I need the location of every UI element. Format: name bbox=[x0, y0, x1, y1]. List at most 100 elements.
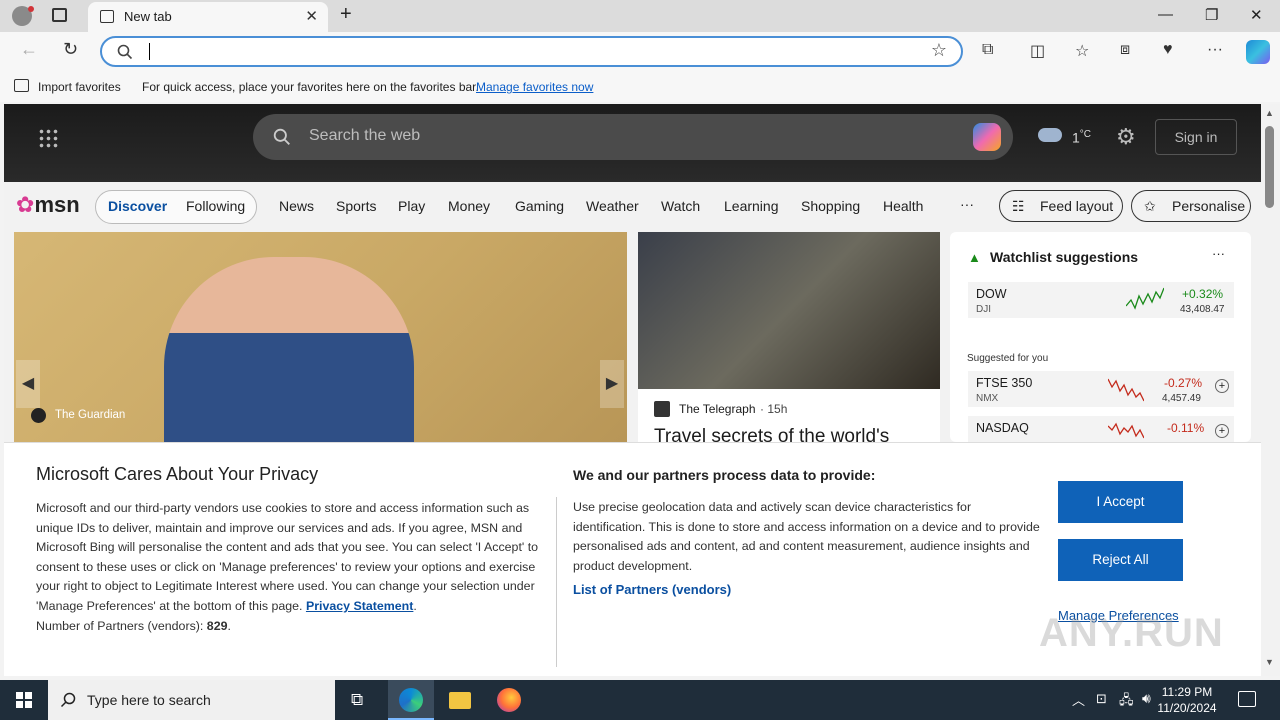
volume-icon[interactable]: 🔊︎ bbox=[1142, 690, 1151, 707]
nav-item-weather[interactable]: Weather bbox=[586, 198, 639, 214]
tray-app-icon[interactable]: ⊡ bbox=[1096, 691, 1107, 707]
refresh-icon[interactable]: ↻ bbox=[63, 39, 78, 60]
feed-layout-label: Feed layout bbox=[1040, 198, 1114, 214]
privacy-title: Microsoft Cares About Your Privacy bbox=[36, 464, 319, 484]
collections-icon[interactable]: ⧈ bbox=[1120, 41, 1130, 59]
import-favorites-button[interactable]: Import favorites bbox=[38, 80, 121, 94]
nav-item-health[interactable]: Health bbox=[883, 198, 923, 214]
clock-time: 11:29 PM bbox=[1161, 685, 1213, 699]
web-search-box[interactable]: Search the web bbox=[253, 114, 1013, 160]
nav-item-news[interactable]: News bbox=[279, 198, 314, 214]
split-screen-icon[interactable]: ◫ bbox=[1030, 41, 1045, 61]
weather-temperature[interactable]: 1°C bbox=[1072, 129, 1091, 146]
new-tab-button[interactable]: + bbox=[340, 3, 352, 26]
privacy-statement-link[interactable]: Privacy Statement bbox=[306, 599, 413, 613]
stock-row-dow[interactable]: DOW DJI +0.32% 43,408.47 bbox=[968, 282, 1234, 318]
edge-taskbar-icon[interactable] bbox=[388, 680, 434, 720]
restore-icon[interactable]: ❐ bbox=[1205, 6, 1218, 24]
suggested-label: Suggested for you bbox=[967, 353, 1049, 364]
tab-strip: New tab ✕ + — ❐ ✕ bbox=[0, 0, 1280, 32]
sign-in-label: Sign in bbox=[1174, 129, 1218, 145]
card1-source: The Guardian bbox=[55, 409, 126, 421]
list-of-partners-link[interactable]: List of Partners (vendors) bbox=[573, 582, 731, 597]
app-launcher-icon[interactable] bbox=[38, 128, 58, 148]
taskbar-search[interactable]: Type here to search bbox=[48, 680, 335, 720]
personalise-button[interactable]: ✩ Personalise bbox=[1131, 190, 1251, 222]
news-card-image bbox=[638, 232, 940, 389]
tab-actions-icon[interactable] bbox=[52, 8, 67, 22]
back-icon[interactable]: ← bbox=[20, 39, 38, 60]
task-view-icon[interactable]: ⧉ bbox=[351, 690, 363, 710]
nav-item-gaming[interactable]: Gaming bbox=[515, 198, 564, 214]
stock-name: DOW bbox=[976, 287, 1007, 301]
close-window-icon[interactable]: ✕ bbox=[1250, 6, 1263, 24]
notifications-icon[interactable] bbox=[1238, 691, 1256, 707]
news-card[interactable]: The Telegraph · 15h Travel secrets of th… bbox=[638, 232, 940, 447]
data-processing-body: Use precise geolocation data and activel… bbox=[573, 500, 1040, 573]
stock-change: -0.27% bbox=[1164, 376, 1203, 390]
more-nav-button[interactable]: ··· bbox=[960, 196, 974, 212]
performance-icon[interactable]: ♥ bbox=[1163, 41, 1173, 59]
reject-all-button[interactable]: Reject All bbox=[1058, 539, 1183, 581]
msn-logo-text: msn bbox=[34, 192, 80, 217]
favorites-bar: Import favorites For quick access, place… bbox=[0, 72, 1280, 102]
manage-favorites-link[interactable]: Manage favorites now bbox=[476, 80, 593, 94]
scroll-up-icon[interactable]: ▲ bbox=[1265, 108, 1274, 118]
search-icon bbox=[117, 44, 133, 60]
windows-start-icon[interactable] bbox=[16, 692, 32, 708]
tray-chevron-icon[interactable]: ︿ bbox=[1072, 690, 1085, 709]
stock-ticker: NMX bbox=[976, 393, 999, 404]
tab-title: New tab bbox=[124, 9, 172, 24]
nav-item-sports[interactable]: Sports bbox=[336, 198, 376, 214]
page-icon bbox=[100, 10, 114, 23]
feed-layout-button[interactable]: ☷ Feed layout bbox=[999, 190, 1123, 222]
favorites-icon[interactable]: ☆ bbox=[1075, 41, 1089, 61]
network-icon[interactable]: 🖧 bbox=[1119, 691, 1134, 713]
settings-more-icon[interactable]: ··· bbox=[1207, 41, 1223, 59]
next-arrow-button[interactable]: ▶ bbox=[600, 360, 624, 408]
hero-image-person bbox=[164, 257, 414, 447]
add-stock-icon[interactable]: + bbox=[1215, 379, 1229, 393]
system-clock[interactable]: 11:29 PM 11/20/2024 bbox=[1152, 684, 1222, 716]
sign-in-button[interactable]: Sign in bbox=[1155, 119, 1237, 155]
gear-icon[interactable]: ⚙ bbox=[1116, 124, 1136, 150]
watchlist-title: Watchlist suggestions bbox=[990, 249, 1139, 265]
text-caret bbox=[149, 43, 150, 60]
scroll-thumb[interactable] bbox=[1265, 126, 1274, 208]
favorites-hint: For quick access, place your favorites h… bbox=[142, 80, 479, 94]
extensions-icon[interactable]: ⧉ bbox=[982, 41, 993, 59]
file-explorer-icon[interactable] bbox=[449, 692, 471, 709]
stock-row-ftse350[interactable]: FTSE 350 NMX -0.27% 4,457.49 + bbox=[968, 371, 1234, 407]
minimize-icon[interactable]: — bbox=[1158, 6, 1173, 23]
nav-item-learning[interactable]: Learning bbox=[724, 198, 779, 214]
copilot-icon[interactable] bbox=[1246, 40, 1270, 64]
nav-item-money[interactable]: Money bbox=[448, 198, 490, 214]
accept-button[interactable]: I Accept bbox=[1058, 481, 1183, 523]
stock-change: -0.11% bbox=[1167, 421, 1205, 435]
tab-new-tab[interactable]: New tab ✕ bbox=[88, 2, 328, 32]
nav-item-play[interactable]: Play bbox=[398, 198, 425, 214]
firefox-icon[interactable] bbox=[497, 688, 521, 712]
favorite-star-icon[interactable]: ☆ bbox=[931, 40, 947, 61]
notification-dot bbox=[28, 6, 34, 12]
hero-news-card[interactable]: ◀ ▶ The Guardian bbox=[14, 232, 627, 447]
add-stock-icon[interactable]: + bbox=[1215, 424, 1229, 438]
scroll-down-icon[interactable]: ▼ bbox=[1265, 657, 1274, 667]
page-scrollbar[interactable]: ▲ ▼ bbox=[1261, 104, 1280, 676]
partners-count: 829 bbox=[206, 618, 228, 633]
tab-following[interactable]: Following bbox=[186, 198, 245, 214]
nav-item-shopping[interactable]: Shopping bbox=[801, 198, 860, 214]
prev-arrow-button[interactable]: ◀ bbox=[16, 360, 40, 408]
msn-logo[interactable]: ✿msn bbox=[16, 192, 80, 218]
close-tab-icon[interactable]: ✕ bbox=[305, 7, 318, 25]
nav-item-watch[interactable]: Watch bbox=[661, 198, 700, 214]
card2-age-value: 15h bbox=[767, 402, 788, 416]
tab-discover[interactable]: Discover bbox=[108, 198, 167, 214]
copilot-icon[interactable] bbox=[973, 123, 1001, 151]
clock-date: 11/20/2024 bbox=[1157, 701, 1217, 715]
watchlist-more-button[interactable]: ··· bbox=[1212, 246, 1225, 261]
personalise-label: Personalise bbox=[1172, 198, 1246, 214]
address-bar[interactable]: ☆ bbox=[100, 36, 963, 67]
import-favorites-icon[interactable] bbox=[14, 79, 29, 92]
sparkline-chart bbox=[1108, 378, 1144, 402]
